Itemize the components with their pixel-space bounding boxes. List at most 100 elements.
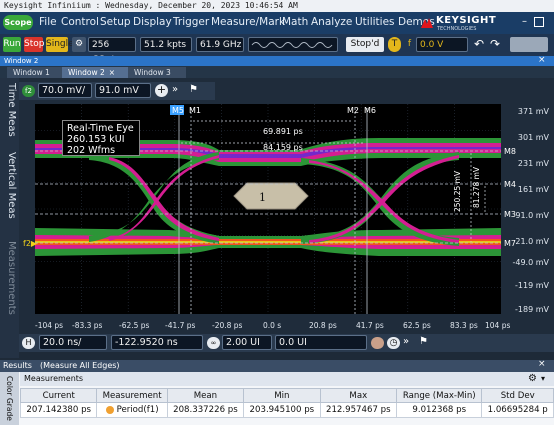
minimize-icon[interactable]: – [522,16,531,27]
window-title: Window 2 [4,57,39,65]
delta-time-2-value: 84.159 ps [263,143,303,152]
tab-measurements[interactable]: Measurements [2,238,17,318]
pin-icon[interactable]: ⚑ [189,84,198,95]
delta-volt-2-value: 81.278 mV [472,166,481,208]
column-header: Current [19,388,98,403]
stop-button[interactable]: Stop [24,37,44,52]
horizontal-position-field[interactable]: -122.9520 ns [111,335,203,350]
column-header: Max [319,388,398,403]
column-header: Min [243,388,321,403]
tab-label: Window 1 [13,68,50,77]
tab-vertical-meas[interactable]: Vertical Meas [2,146,17,224]
y-tick: 21.0 mV [515,237,549,246]
trigger-level-field[interactable]: 0.0 V [416,37,468,52]
bandwidth-field[interactable]: 61.9 GHz [196,37,244,52]
measurements-title-bar: Measurements ⚙ ▾ [20,372,554,386]
menu-trigger[interactable]: Trigger [173,16,209,28]
x-axis-labels: -104 ps -83.3 ps -62.5 ps -41.7 ps -20.8… [35,321,510,330]
eye-info-title: Real-Time Eye [67,123,134,134]
function-badge[interactable]: f2 [22,85,35,97]
ui-position-field[interactable]: 0.0 UI [275,335,367,350]
window-tabs: Window 1 Window 2 × Window 3 [0,66,554,78]
menu-setup[interactable]: Setup [100,16,131,28]
settings-gear-icon[interactable]: ⚙ [528,372,537,386]
run-button[interactable]: Run [3,37,21,52]
tab-window-3[interactable]: Window 3 [128,67,186,78]
window-header: Window 2 × [0,55,554,66]
table-cell: 208.337226 ps [166,402,245,418]
close-icon[interactable]: × [109,68,115,77]
pin-icon[interactable]: ⚑ [419,336,428,347]
chevron-right-icon[interactable]: » [403,336,409,347]
channel-ground-indicator[interactable]: f2▶ [23,239,38,248]
keysight-logo-icon [421,18,433,28]
tab-window-2[interactable]: Window 2 × [62,67,128,78]
tab-label: Window 2 [68,68,105,77]
window-title-bar: Keysight Infiniium : Wednesday, December… [0,0,554,12]
menu-control[interactable]: Control [61,16,99,28]
chevron-down-icon[interactable]: ▾ [541,372,545,386]
clock-icon[interactable]: ◷ [387,337,400,349]
tab-window-1[interactable]: Window 1 [7,67,65,78]
logo-text: KEYSIGHT [436,15,497,26]
trigger-channel: f [407,39,412,49]
sample-rate-field[interactable]: 256 GSa/s [88,37,136,65]
vertical-offset-field[interactable]: 91.0 mV [95,83,151,98]
side-panel-tabs: Time Meas Vertical Meas Measurements [0,78,19,358]
trigger-marker-icon[interactable]: T [388,37,401,52]
window-close-icon[interactable]: × [538,55,546,65]
results-close-icon[interactable]: × [538,359,546,369]
menu-display[interactable]: Display [133,16,172,28]
y-tick: 91.0 mV [515,211,549,220]
maximize-icon[interactable] [534,17,544,27]
zoom-icon[interactable] [371,337,384,349]
y-tick: 301 mV [518,133,550,142]
menu-math[interactable]: Math [282,16,308,28]
horizontal-icon[interactable]: H [22,337,35,349]
menu-utilities[interactable]: Utilities [355,16,395,28]
menu-measure-mark[interactable]: Measure/Mark [211,16,285,28]
add-icon[interactable]: + [155,84,168,97]
toolbar: Run Stop Single ⚙ 256 GSa/s 51.2 kpts 61… [0,34,554,65]
marker-m2-label: M2 [347,106,359,115]
x-tick: 83.3 ps [450,321,478,330]
table-cell: 212.957467 ps [319,402,398,418]
y-tick: 231 mV [518,159,550,168]
marker-m7-label: M7 [504,239,516,248]
horizontal-controls: H 20.0 ns/ -122.9520 ns ∞ 2.00 UI 0.0 UI… [19,334,554,352]
keysight-logo: KEYSIGHT TECHNOLOGIES [420,14,502,32]
tab-time-meas[interactable]: Time Meas [2,82,17,138]
redo-icon[interactable]: ↷ [488,37,502,52]
menu-file[interactable]: File [39,16,57,28]
y-tick: 161 mV [518,185,550,194]
delta-volt-1-value: 250.25 mV [453,170,462,212]
results-filter[interactable]: (Measure All Edges) [40,360,120,372]
ui-mode-icon[interactable]: ∞ [207,337,220,349]
measurement-status-icon [105,405,114,414]
color-grade-label: Color Grade [5,376,14,421]
column-header: Range (Max-Min) [396,388,483,403]
scope-button[interactable]: Scope [3,15,33,30]
run-stop-graph-icon[interactable] [510,37,548,52]
horizontal-scale-field[interactable]: 20.0 ns/ [39,335,107,350]
marker-m6-label: M6 [364,106,376,115]
chevron-right-icon[interactable]: » [172,84,178,95]
window-controls: – [520,16,554,30]
measurements-title: Measurements [24,374,84,383]
vertical-scale-field[interactable]: 70.0 mV/ [38,83,92,98]
memory-depth-field[interactable]: 51.2 kpts [140,37,192,52]
results-header: Results (Measure All Edges) × [0,359,554,372]
menu-analyze[interactable]: Analyze [311,16,352,28]
ui-scale-field[interactable]: 2.00 UI [222,335,272,350]
marker-m1-label: M1 [189,106,201,115]
x-tick: 0.0 s [263,321,281,330]
default-setup-icon[interactable]: ⚙ [72,37,86,52]
eye-mask[interactable] [233,182,309,210]
undo-icon[interactable]: ↶ [472,37,486,52]
table-cell: 207.142380 ps [19,402,98,418]
single-button[interactable]: Single [46,37,74,52]
table-cell: 203.945100 ps [243,402,321,418]
color-grade-tab[interactable]: Color Grade [0,372,19,425]
table-row[interactable]: 207.142380 ps Period(f1) 208.337226 ps 2… [19,402,554,418]
scope-display[interactable]: 1 M5 M1 M2 M6 M8 M4 M3 M7 69.891 ps 84.1… [19,78,554,334]
